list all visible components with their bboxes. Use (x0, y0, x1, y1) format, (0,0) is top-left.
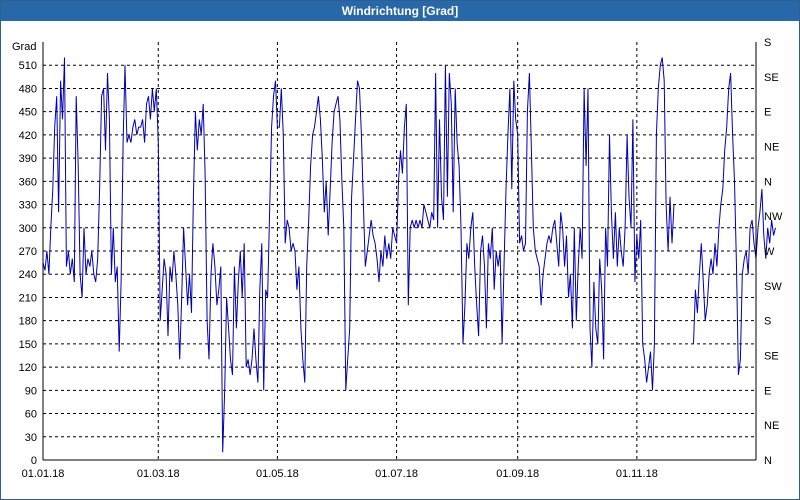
y-tick-label: 90 (25, 385, 37, 397)
y-tick-label: 510 (19, 60, 37, 72)
x-tick-label: 01.01.18 (22, 468, 65, 480)
y-tick-label: 420 (19, 130, 37, 142)
y-tick-label: 360 (19, 176, 37, 188)
x-tick-label: 01.09.18 (496, 468, 539, 480)
series-line-1 (42, 57, 675, 453)
y-tick-label: 390 (19, 153, 37, 165)
right-axis-label: N (764, 176, 772, 188)
y-tick-label: 0 (31, 455, 37, 467)
y-axis-title: Grad (12, 41, 36, 53)
y-tick-label: 210 (19, 292, 37, 304)
right-axis-label: N (764, 455, 772, 467)
y-tick-label: 120 (19, 362, 37, 374)
grid-lines (43, 42, 756, 461)
right-axis-label: SE (764, 72, 779, 84)
y-tick-label: 480 (19, 83, 37, 95)
y-tick-label: 450 (19, 107, 37, 119)
series-layer (42, 57, 776, 453)
right-axis-label: SE (764, 351, 779, 363)
x-tick-label: 01.07.18 (375, 468, 418, 480)
y-tick-label: 180 (19, 316, 37, 328)
x-tick-label: 01.03.18 (137, 468, 180, 480)
y-tick-label: 270 (19, 246, 37, 258)
right-axis-label: E (764, 107, 771, 119)
y-tick-label: 300 (19, 223, 37, 235)
right-axis-label: S (764, 37, 771, 49)
right-axis-label: NE (764, 420, 779, 432)
right-axis-label: W (764, 246, 775, 258)
right-axis-label: SW (764, 281, 782, 293)
x-tick-label: 01.11.18 (616, 468, 658, 480)
y-tick-label: 330 (19, 200, 37, 212)
y-tick-label: 150 (19, 339, 37, 351)
right-axis-label: E (764, 385, 771, 397)
right-axis-label: NE (764, 142, 779, 154)
y-tick-label: 240 (19, 269, 37, 281)
right-axis-label: S (764, 316, 771, 328)
y-tick-label: 30 (25, 432, 37, 444)
right-axis-label: NW (764, 211, 783, 223)
y-tick-label: 60 (25, 409, 37, 421)
chart-canvas: 0 30 60 90 120 150 180 210 240 270 300 330 360 390 420… (12, 37, 783, 480)
x-tick-label: 01.05.18 (256, 468, 299, 480)
